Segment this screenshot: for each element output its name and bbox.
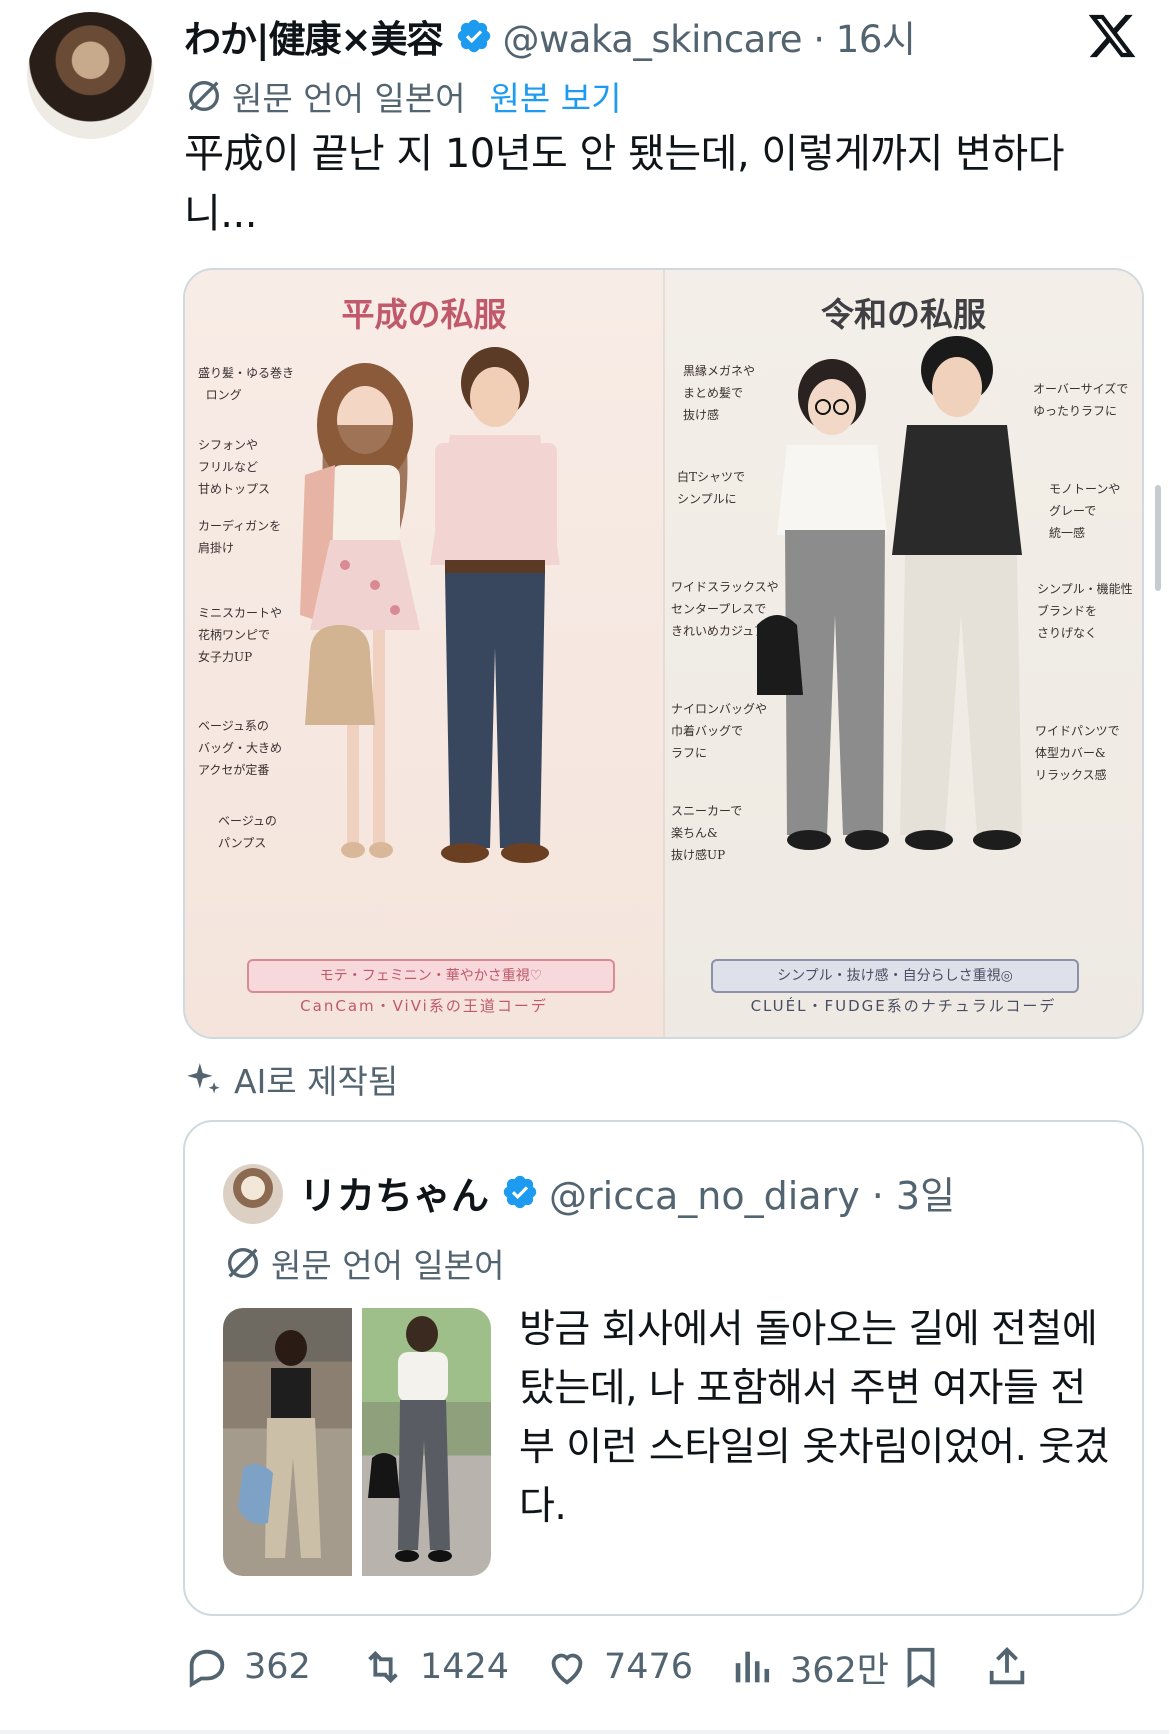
heisei-note: シフォンや フリルなど 甘めトップス bbox=[198, 438, 271, 496]
action-bar: 362 1424 7476 362만 bbox=[184, 1632, 1144, 1702]
bookmark-button[interactable] bbox=[898, 1632, 958, 1702]
bookmark-icon bbox=[907, 1647, 935, 1688]
quoted-tweet[interactable]: リカちゃん @ricca_no_diary · 3일 원문 언어 일본어 방금 … bbox=[183, 1120, 1144, 1616]
heisei-couple-illustration bbox=[300, 347, 560, 863]
views-chart-icon bbox=[735, 1651, 770, 1683]
reply-icon bbox=[189, 1649, 225, 1688]
translation-row: 원문 언어 일본어 원본 보기 bbox=[184, 72, 621, 120]
quoted-header: リカちゃん @ricca_no_diary · 3일 bbox=[299, 1158, 955, 1226]
retweet-icon bbox=[368, 1650, 398, 1684]
heisei-note: カーディガンを 肩掛け bbox=[198, 519, 282, 555]
reiwa-note: オーバーサイズで ゆったりラフに bbox=[1033, 382, 1129, 418]
reiwa-note: ワイドパンツで 体型カバー& リラックス感 bbox=[1035, 724, 1120, 782]
reiwa-couple-illustration bbox=[757, 336, 1022, 850]
retweet-count: 1424 bbox=[420, 1647, 510, 1687]
share-icon bbox=[989, 1647, 1025, 1685]
reiwa-note: スニーカーで 楽ちん& 抜け感UP bbox=[671, 804, 743, 862]
author-handle-time[interactable]: @waka_skincare · 16시 bbox=[503, 9, 916, 63]
author-name[interactable]: わか|健康×美容 bbox=[184, 9, 444, 63]
heisei-caption: CanCam・ViVi系の王道コーデ bbox=[300, 997, 548, 1015]
translate-icon bbox=[228, 1248, 258, 1278]
reiwa-note: シンプル・機能性 ブランドを さりげなく bbox=[1037, 582, 1133, 640]
reiwa-note: ナイロンバッグや 巾着バッグで ラフに bbox=[671, 702, 768, 760]
quoted-photo[interactable] bbox=[223, 1308, 352, 1576]
photo-figure bbox=[238, 1330, 321, 1558]
verified-badge-icon bbox=[457, 19, 490, 53]
heart-icon bbox=[551, 1653, 583, 1685]
reiwa-note: 黒縁メガネや まとめ髪で 抜け感 bbox=[683, 364, 756, 422]
heisei-note: ベージュの パンプス bbox=[218, 814, 277, 850]
reply-button[interactable]: 362 bbox=[184, 1632, 311, 1702]
tweet-header: わか|健康×美容 @waka_skincare · 16시 bbox=[184, 6, 916, 66]
quoted-translation-note: 원문 언어 일본어 bbox=[271, 1246, 505, 1285]
heisei-note: ミニスカートや 花柄ワンピで 女子力UP bbox=[198, 606, 283, 664]
x-logo-icon[interactable] bbox=[1086, 10, 1138, 62]
heisei-tagline: モテ・フェミニン・華やかさ重視♡ bbox=[247, 959, 615, 993]
verified-badge-icon bbox=[503, 1175, 537, 1209]
ai-generated-label: AI로 제작됨 bbox=[184, 1055, 398, 1103]
tweet-text: 平成이 끝난 지 10년도 안 됐는데, 이렇게까지 변하다니... bbox=[184, 131, 1065, 237]
quoted-photo[interactable] bbox=[362, 1308, 491, 1576]
bottom-divider bbox=[0, 1730, 1169, 1734]
heisei-panel: 平成の私服 盛り髪・ゆる巻き ロング シフォンや フリルなど 甘めトップス カー… bbox=[185, 270, 663, 1037]
translate-icon bbox=[189, 81, 219, 111]
quoted-handle-time[interactable]: @ricca_no_diary · 3일 bbox=[549, 1165, 955, 1220]
like-count: 7476 bbox=[604, 1647, 694, 1687]
quoted-translation-row: 원문 언어 일본어 bbox=[223, 1239, 505, 1287]
scrollbar[interactable] bbox=[1155, 485, 1161, 591]
sparkle-icon bbox=[187, 1063, 220, 1094]
views-button[interactable]: 362만 bbox=[730, 1632, 889, 1702]
quoted-text: 방금 회사에서 돌아오는 길에 전철에 탔는데, 나 포함해서 주변 여자들 전… bbox=[519, 1307, 1110, 1529]
heisei-note: 盛り髪・ゆる巻き ロング bbox=[198, 366, 295, 402]
retweet-button[interactable]: 1424 bbox=[360, 1632, 509, 1702]
share-button[interactable] bbox=[984, 1632, 1044, 1702]
reiwa-note: モノトーンや グレーで 統一感 bbox=[1049, 482, 1121, 540]
views-count: 362만 bbox=[790, 1650, 890, 1691]
reply-count: 362 bbox=[244, 1647, 311, 1687]
photo-figure bbox=[368, 1316, 452, 1562]
author-avatar[interactable] bbox=[27, 12, 154, 139]
show-original-link[interactable]: 원본 보기 bbox=[490, 72, 622, 120]
reiwa-tagline: シンプル・抜け感・自分らしさ重視◎ bbox=[711, 959, 1079, 993]
translation-note: 원문 언어 일본어 bbox=[232, 79, 466, 118]
like-button[interactable]: 7476 bbox=[544, 1632, 693, 1702]
ai-label-text: AI로 제작됨 bbox=[234, 1062, 399, 1101]
reiwa-note: 白Tシャツで シンプルに bbox=[677, 470, 746, 506]
reiwa-caption: CLUÉL・FUDGE系のナチュラルコーデ bbox=[750, 997, 1057, 1015]
quoted-author-avatar[interactable] bbox=[223, 1164, 283, 1224]
quoted-media[interactable] bbox=[223, 1308, 491, 1576]
heisei-note: ベージュ系の バッグ・大きめ アクセが定番 bbox=[198, 719, 283, 777]
reiwa-panel: 令和の私服 黒縁メガネや まとめ髪で 抜け感 白Tシャツで シンプルに ワイドス… bbox=[665, 270, 1142, 1037]
quoted-author-name[interactable]: リカちゃん bbox=[299, 1165, 489, 1220]
tweet-image[interactable]: 平成の私服 盛り髪・ゆる巻き ロング シフォンや フリルなど 甘めトップス カー… bbox=[183, 268, 1144, 1039]
